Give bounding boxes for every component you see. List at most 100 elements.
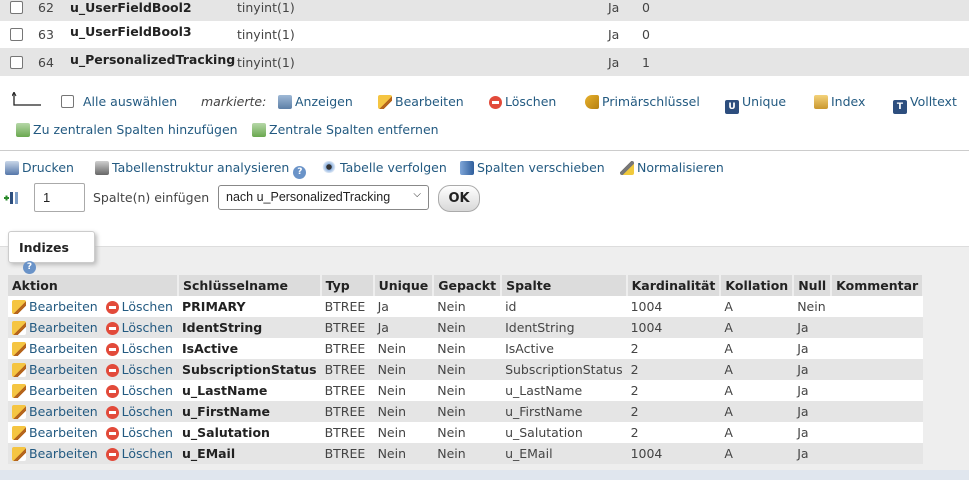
select-all-label[interactable]: Alle auswählen [83,94,177,109]
pencil-icon [12,300,26,314]
index-button[interactable]: Index [814,94,865,109]
print-link[interactable]: Drucken [5,160,74,175]
edit-label: Bearbeiten [29,341,98,356]
delete-icon [105,322,119,335]
index-label: Index [831,94,866,109]
row-checkbox[interactable] [10,0,23,14]
add-central-columns-button[interactable]: Zu zentralen Spalten hinzufügen [16,122,238,137]
index-comment [831,380,924,401]
edit-index-link[interactable]: Bearbeiten [12,299,98,314]
insert-column-icon [4,192,18,204]
indexes-title: Indizes [19,240,69,255]
edit-button[interactable]: Bearbeiten [378,94,464,109]
delete-index-link[interactable]: Löschen [105,320,173,335]
column-name: u_PersonalizedTracking [70,52,236,67]
delete-index-link[interactable]: Löschen [105,446,173,461]
column-name: u_UserFieldBool3 [70,24,192,39]
insert-position-select[interactable]: nach u_PersonalizedTracking ⌵ [218,185,429,210]
unique-icon: U [725,100,739,114]
key-icon [585,95,599,109]
header-packed: Gepackt [433,275,503,296]
insert-count-input[interactable]: 1 [34,183,85,212]
divider [0,150,969,151]
delete-index-link[interactable]: Löschen [105,404,173,419]
edit-index-link[interactable]: Bearbeiten [12,383,98,398]
print-label: Drucken [22,160,74,175]
delete-index-link[interactable]: Löschen [105,299,173,314]
select-all-checkbox[interactable] [61,95,74,108]
remove-central-label: Zentrale Spalten entfernen [269,122,439,137]
move-columns-link[interactable]: Spalten verschieben [460,160,605,175]
unique-label: Unique [742,94,787,109]
footer-strip [0,470,969,480]
edit-index-link[interactable]: Bearbeiten [12,446,98,461]
show-button[interactable]: Anzeigen [278,94,353,109]
index-packed: Nein [433,317,502,338]
index-packed: Nein [433,338,502,359]
track-table-link[interactable]: Tabelle verfolgen [321,160,447,175]
delete-button[interactable]: Löschen [489,94,556,109]
edit-index-link[interactable]: Bearbeiten [12,425,98,440]
row-checkbox[interactable] [10,55,23,69]
index-null: Ja [793,443,832,464]
table-row: Bearbeiten Löschen u_FirstName BTREE Nein Ne… [8,401,924,422]
row-number: 63 [38,26,54,42]
eye-icon [321,161,337,173]
edit-label: Bearbeiten [29,299,98,314]
key-name: SubscriptionStatus [178,359,321,380]
index-type: BTREE [320,296,374,317]
remove-central-columns-button[interactable]: Zentrale Spalten entfernen [252,122,439,137]
index-unique: Nein [373,338,434,359]
analyze-label: Tabellenstruktur analysieren [112,160,290,175]
index-unique: Nein [373,422,434,443]
analyze-structure-link[interactable]: Tabellenstruktur analysieren ? [95,160,307,179]
key-name: u_Salutation [178,422,321,443]
move-columns-icon [460,161,474,175]
table-row: Bearbeiten Löschen IsActive BTREE Nein Nein I… [8,338,924,359]
unique-button[interactable]: U Unique [725,94,786,114]
pencil-icon [12,384,26,398]
index-unique: Ja [373,317,434,338]
table-row: Bearbeiten Löschen u_LastName BTREE Nein Nei… [8,380,924,401]
index-column: u_LastName [501,380,627,401]
edit-label: Bearbeiten [29,362,98,377]
index-cardinality: 1004 [626,443,721,464]
column-null: Ja [608,54,620,70]
index-null: Ja [793,422,832,443]
header-column: Spalte [501,275,628,296]
pencil-icon [12,342,26,356]
delete-index-link[interactable]: Löschen [105,425,173,440]
index-column: id [501,296,627,317]
structure-row: 62 u_UserFieldBool2 tinyint(1) Ja 0 [0,0,969,21]
header-cardinality: Kardinalität [626,275,722,296]
edit-index-link[interactable]: Bearbeiten [12,341,98,356]
index-collation: A [720,380,794,401]
key-name: IsActive [178,338,321,359]
edit-index-link[interactable]: Bearbeiten [12,362,98,377]
index-unique: Ja [373,296,434,317]
delete-index-link[interactable]: Löschen [105,341,173,356]
help-icon[interactable]: ? [23,261,36,274]
header-collation: Kollation [720,275,795,296]
fulltext-button[interactable]: T Volltext [893,94,957,114]
index-column: u_FirstName [501,401,627,422]
column-name: u_UserFieldBool2 [70,0,192,15]
help-icon[interactable]: ? [293,166,307,179]
index-cardinality: 1004 [626,296,721,317]
pencil-icon [12,426,26,440]
index-type: BTREE [320,380,374,401]
row-checkbox[interactable] [10,27,23,41]
header-action: Aktion [8,275,179,296]
primary-key-button[interactable]: Primärschlüssel [585,94,700,109]
index-type: BTREE [320,338,374,359]
delete-index-link[interactable]: Löschen [105,383,173,398]
delete-label: Löschen [121,383,173,398]
edit-index-link[interactable]: Bearbeiten [12,320,98,335]
ok-button[interactable]: OK [438,185,480,212]
delete-index-link[interactable]: Löschen [105,362,173,377]
edit-index-link[interactable]: Bearbeiten [12,404,98,419]
index-icon [814,95,828,109]
column-null: Ja [608,0,620,15]
normalize-link[interactable]: Normalisieren [620,160,724,175]
action-cell: Bearbeiten Löschen [8,317,178,338]
